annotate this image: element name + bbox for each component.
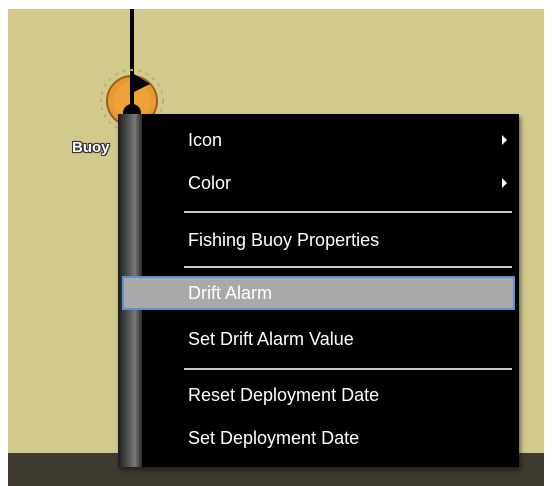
menu-item-icon[interactable]: Icon (122, 123, 515, 157)
menu-item-fishing-buoy-properties[interactable]: Fishing Buoy Properties (122, 223, 515, 257)
menu-item-label: Reset Deployment Date (188, 385, 380, 405)
submenu-arrow-icon (502, 135, 507, 145)
menu-item-label: Set Drift Alarm Value (188, 329, 354, 349)
submenu-arrow-icon (502, 178, 507, 188)
context-menu: Icon Color Fishing Buoy Properties Drift… (118, 114, 519, 467)
menu-item-label: Color (188, 173, 232, 193)
menu-separator (184, 368, 512, 370)
menu-item-set-drift-alarm-value[interactable]: Set Drift Alarm Value (122, 322, 515, 356)
menu-item-label: Icon (188, 130, 223, 150)
menu-item-drift-alarm[interactable]: Drift Alarm (122, 276, 515, 310)
menu-item-label: Fishing Buoy Properties (188, 230, 380, 250)
menu-item-color[interactable]: Color (122, 166, 515, 200)
menu-item-set-deployment-date[interactable]: Set Deployment Date (122, 421, 515, 455)
menu-item-label: Set Deployment Date (188, 428, 360, 448)
menu-item-reset-deployment-date[interactable]: Reset Deployment Date (122, 378, 515, 412)
menu-item-label: Drift Alarm (188, 283, 273, 303)
menu-separator (184, 211, 512, 213)
menu-separator (184, 266, 512, 268)
